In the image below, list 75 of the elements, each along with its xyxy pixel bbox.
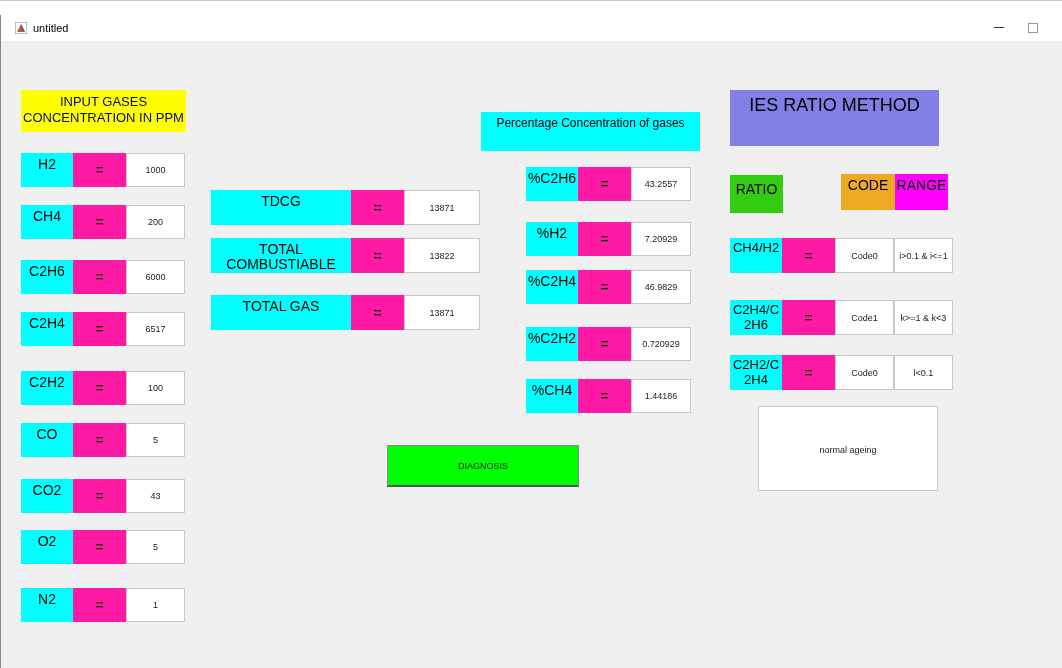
- value-field[interactable]: 1: [126, 588, 185, 622]
- value-field[interactable]: 0.720929: [631, 327, 691, 361]
- maximize-icon[interactable]: [1028, 23, 1038, 33]
- equals-label: =: [73, 312, 126, 346]
- app-icon: [15, 22, 27, 34]
- value-field[interactable]: 1000: [126, 153, 185, 187]
- code-field[interactable]: Code0: [835, 355, 894, 390]
- equals-label: =: [578, 167, 631, 201]
- range-heading: RANGE: [895, 174, 948, 210]
- section-heading: INPUT GASES CONCENTRATION IN PPM: [21, 90, 186, 132]
- equals-label: =: [73, 205, 126, 239]
- section-heading: Percentage Concentration of gases: [481, 112, 700, 151]
- gas-label: %C2H6: [526, 167, 578, 201]
- equals-label: =: [351, 190, 404, 225]
- window-title: untitled: [33, 22, 69, 34]
- equals-label: =: [73, 588, 126, 622]
- equals-label: =: [351, 295, 404, 330]
- ratio-label: CH4/H2: [730, 238, 782, 273]
- value-field[interactable]: 43: [126, 479, 185, 513]
- ratio-label: C2H2/C2H4: [730, 355, 782, 390]
- method-title: IES RATIO METHOD: [730, 90, 939, 146]
- equals-label: =: [578, 379, 631, 413]
- code-field[interactable]: Code0: [835, 238, 894, 273]
- equals-label: =: [351, 238, 404, 273]
- value-field[interactable]: 100: [126, 371, 185, 405]
- gas-label: N2: [21, 588, 73, 622]
- gas-label: C2H2: [21, 371, 73, 405]
- equals-label: =: [782, 355, 835, 390]
- gas-label: H2: [21, 153, 73, 187]
- range-field[interactable]: l<0.1: [894, 355, 953, 390]
- equals-label: =: [73, 260, 126, 294]
- total-label: TOTAL GAS: [211, 295, 351, 330]
- equals-label: =: [73, 371, 126, 405]
- gas-label: %H2: [526, 222, 578, 256]
- gas-label: CO2: [21, 479, 73, 513]
- value-field[interactable]: 5: [126, 530, 185, 564]
- gas-label: CO: [21, 423, 73, 457]
- gas-label: %CH4: [526, 379, 578, 413]
- total-label: TDCG: [211, 190, 351, 225]
- value-field[interactable]: 13871: [404, 295, 480, 330]
- gas-label: C2H4: [21, 312, 73, 346]
- equals-label: =: [73, 530, 126, 564]
- ratio-heading: RATIO: [730, 175, 783, 213]
- ratio-label: C2H4/C2H6: [730, 300, 782, 335]
- code-field[interactable]: Code1: [835, 300, 894, 335]
- value-field[interactable]: 6000: [126, 260, 185, 294]
- gas-label: O2: [21, 530, 73, 564]
- value-field[interactable]: 200: [126, 205, 185, 239]
- equals-label: =: [73, 479, 126, 513]
- value-field[interactable]: 13822: [404, 238, 480, 273]
- minimize-icon[interactable]: [994, 27, 1004, 29]
- range-field[interactable]: i>0.1 & i<=1: [894, 238, 953, 273]
- gas-label: C2H6: [21, 260, 73, 294]
- equals-label: =: [782, 300, 835, 335]
- total-label: TOTAL COMBUSTIABLE: [211, 238, 351, 273]
- value-field[interactable]: 7.20929: [631, 222, 691, 256]
- equals-label: =: [578, 270, 631, 304]
- value-field[interactable]: 13871: [404, 190, 480, 225]
- gas-label: %C2H2: [526, 327, 578, 361]
- equals-label: =: [578, 327, 631, 361]
- gas-label: %C2H4: [526, 270, 578, 304]
- gas-label: CH4: [21, 205, 73, 239]
- equals-label: =: [782, 238, 835, 273]
- range-field[interactable]: k>=1 & k<3: [894, 300, 953, 335]
- code-heading: CODE: [841, 174, 895, 210]
- equals-label: =: [578, 222, 631, 256]
- equals-label: =: [73, 423, 126, 457]
- result-field[interactable]: normal ageing: [758, 406, 938, 491]
- value-field[interactable]: 6517: [126, 312, 185, 346]
- value-field[interactable]: 46.9829: [631, 270, 691, 304]
- value-field[interactable]: 5: [126, 423, 185, 457]
- value-field[interactable]: 1.44186: [631, 379, 691, 413]
- value-field[interactable]: 43.2557: [631, 167, 691, 201]
- equals-label: =: [73, 153, 126, 187]
- diagnosis-button[interactable]: DIAGNOSIS: [387, 445, 579, 487]
